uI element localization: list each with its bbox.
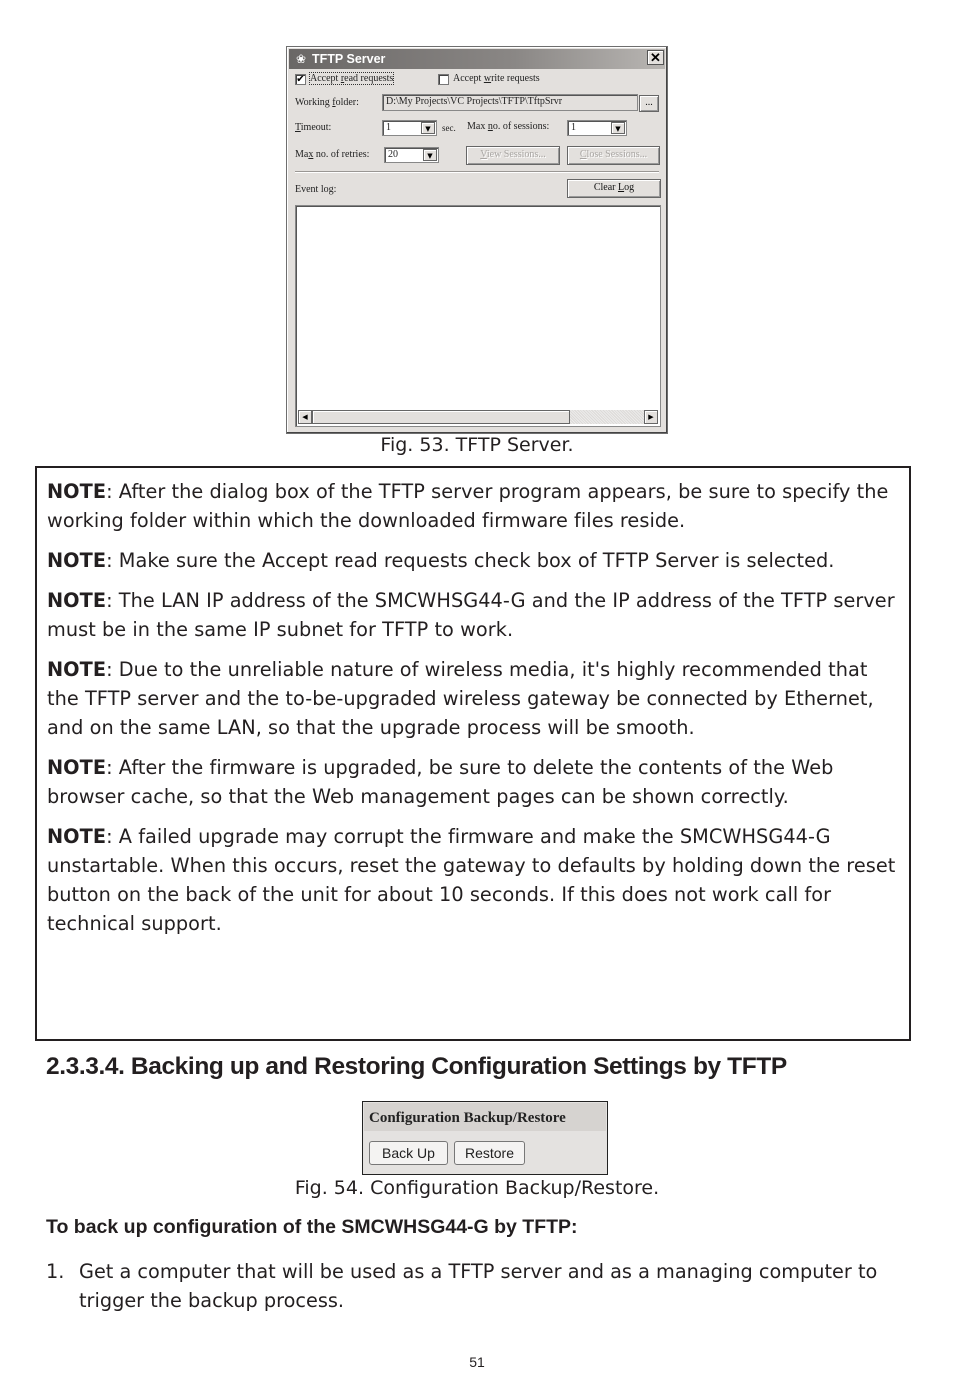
note-label: NOTE xyxy=(47,549,107,572)
procedure-step: 1. Get a computer that will be used as a… xyxy=(46,1257,906,1315)
dialog-title-bar[interactable]: ❀ TFTP Server xyxy=(289,49,665,69)
note: NOTE: After the firmware is upgraded, be… xyxy=(47,756,834,808)
timeout-label: Timeout: xyxy=(295,122,332,133)
separator xyxy=(295,171,659,173)
dialog-title: TFTP Server xyxy=(312,52,386,66)
chevron-down-icon[interactable]: ▼ xyxy=(611,122,625,134)
close-sessions-button[interactable]: Close Sessions... xyxy=(567,146,660,165)
view-sessions-button[interactable]: View Sessions... xyxy=(466,146,560,165)
max-sessions-label: Max no. of sessions: xyxy=(467,121,550,132)
notes-box: NOTE: After the dialog box of the TFTP s… xyxy=(35,466,911,1041)
accept-write-requests-checkbox[interactable] xyxy=(438,74,449,85)
restore-button[interactable]: Restore xyxy=(454,1141,525,1165)
close-icon: ✕ xyxy=(650,50,661,65)
note: NOTE: Due to the unreliable nature of wi… xyxy=(47,658,874,739)
working-folder-field[interactable]: D:\My Projects\VC Projects\TFTP\TftpSrvr xyxy=(382,94,638,111)
section-heading: 2.3.3.4. Backing up and Restoring Config… xyxy=(46,1053,787,1080)
note-label: NOTE xyxy=(47,825,107,848)
timeout-unit: sec. xyxy=(442,123,456,133)
working-folder-label: Working folder: xyxy=(295,97,359,108)
event-log-textarea[interactable]: ◀ ▶ xyxy=(295,205,661,427)
page-number: 51 xyxy=(469,1354,485,1370)
checkmark-icon: ✔ xyxy=(296,74,305,85)
scrollbar-thumb[interactable] xyxy=(312,410,570,424)
close-button[interactable]: ✕ xyxy=(647,50,664,65)
figure-53-caption: Fig. 53. TFTP Server. xyxy=(380,434,574,456)
note: NOTE: Make sure the Accept read requests… xyxy=(47,549,835,572)
note: NOTE: A failed upgrade may corrupt the f… xyxy=(47,825,896,935)
max-retries-label: Max no. of retries: xyxy=(295,149,370,160)
max-retries-combobox[interactable]: 20 ▼ xyxy=(384,147,439,163)
step-text: Get a computer that will be used as a TF… xyxy=(79,1260,878,1312)
chevron-down-icon[interactable]: ▼ xyxy=(421,122,435,134)
max-sessions-combobox[interactable]: 1 ▼ xyxy=(567,120,627,136)
horizontal-scrollbar[interactable]: ◀ ▶ xyxy=(298,410,658,424)
scroll-left-icon[interactable]: ◀ xyxy=(298,410,312,424)
note-label: NOTE xyxy=(47,480,107,503)
step-number: 1. xyxy=(46,1260,65,1283)
tftp-app-icon: ❀ xyxy=(295,52,307,66)
panel-title: Configuration Backup/Restore xyxy=(364,1103,606,1131)
note-label: NOTE xyxy=(47,589,107,612)
browse-folder-button[interactable]: ... xyxy=(639,95,659,112)
event-log-label: Event log: xyxy=(295,184,337,195)
tftp-server-dialog: ❀ TFTP Server ✕ ✔ Accept read requests A… xyxy=(286,46,668,434)
accept-read-requests-checkbox[interactable]: ✔ xyxy=(295,74,306,85)
scroll-right-icon[interactable]: ▶ xyxy=(644,410,658,424)
procedure-heading: To back up configuration of the SMCWHSG4… xyxy=(46,1216,578,1238)
figure-54-caption: Fig. 54. Configuration Backup/Restore. xyxy=(294,1177,660,1199)
note-label: NOTE xyxy=(47,756,107,779)
note: NOTE: The LAN IP address of the SMCWHSG4… xyxy=(47,589,895,641)
accept-write-requests-label[interactable]: Accept write requests xyxy=(453,73,540,84)
timeout-combobox[interactable]: 1 ▼ xyxy=(382,120,437,136)
note: NOTE: After the dialog box of the TFTP s… xyxy=(47,480,889,532)
accept-read-requests-label[interactable]: Accept read requests xyxy=(308,72,395,85)
note-label: NOTE xyxy=(47,658,107,681)
chevron-down-icon[interactable]: ▼ xyxy=(423,149,437,161)
clear-log-button[interactable]: Clear Log xyxy=(567,179,661,198)
back-up-button[interactable]: Back Up xyxy=(369,1141,448,1165)
configuration-backup-restore-panel: Configuration Backup/Restore Back Up Res… xyxy=(362,1101,608,1175)
